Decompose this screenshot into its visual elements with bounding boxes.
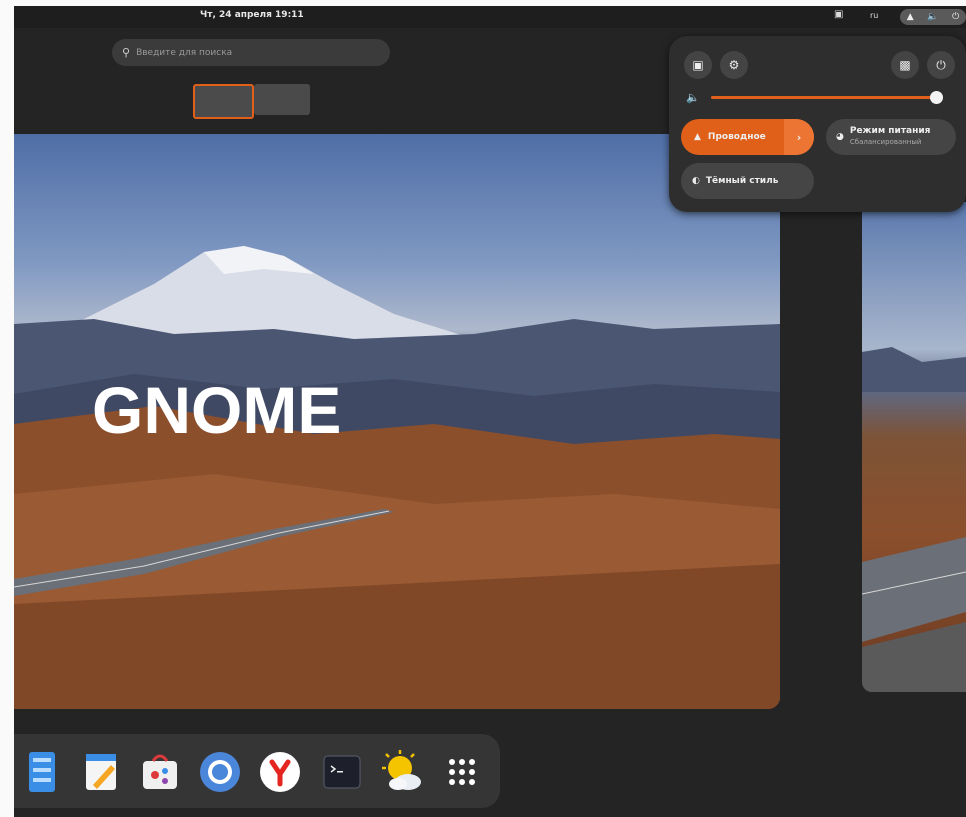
- keyboard-layout-indicator[interactable]: ru: [870, 11, 878, 20]
- overlay-title: GNOME: [92, 373, 342, 447]
- dash-app-terminal[interactable]: [320, 750, 364, 794]
- network-submenu-button[interactable]: ›: [784, 119, 814, 155]
- dash-app-yandex-browser[interactable]: [258, 750, 302, 794]
- search-input[interactable]: ⚲ Введите для поиска: [112, 39, 390, 66]
- workspace-preview-secondary[interactable]: [862, 202, 966, 692]
- lock-button[interactable]: ▩: [891, 51, 919, 79]
- software-center-icon: [143, 754, 177, 789]
- dash-app-files[interactable]: [20, 750, 64, 794]
- search-placeholder: Введите для поиска: [136, 47, 233, 58]
- wallpaper-landscape-secondary: [862, 347, 966, 692]
- dash: [14, 734, 500, 808]
- dash-app-weather[interactable]: [380, 750, 424, 794]
- workspace-preview[interactable]: GNOME: [14, 134, 780, 709]
- wired-network-label: Проводное: [707, 132, 766, 142]
- network-wired-icon: ▲: [906, 12, 914, 22]
- dash-app-text-editor[interactable]: [80, 750, 124, 794]
- text-editor-icon: [86, 754, 116, 790]
- dark-style-toggle[interactable]: ◐ Тёмный стиль: [681, 163, 814, 199]
- yandex-browser-icon: [260, 752, 300, 792]
- settings-icon: ⚙: [728, 58, 740, 72]
- gnome-overview-screen: Чт, 24 апреля 19:11 ▣ ru ▲ 🔈 ⏻ ⚲ Введите…: [14, 6, 966, 817]
- power-mode-icon: ◕: [836, 132, 844, 142]
- dash-app-chromium[interactable]: [198, 750, 242, 794]
- workspace-thumbnail-1[interactable]: [193, 84, 254, 119]
- workspace-thumbnail-2[interactable]: [254, 84, 310, 115]
- power-icon: ⏻: [952, 12, 960, 22]
- dash-app-grid[interactable]: [440, 750, 484, 794]
- settings-button[interactable]: ⚙: [720, 51, 748, 79]
- dash-app-software[interactable]: [138, 750, 182, 794]
- files-icon: [29, 752, 55, 792]
- volume-icon: 🔈: [927, 12, 939, 22]
- search-icon: ⚲: [122, 46, 131, 59]
- dark-style-label: Тёмный стиль: [705, 176, 779, 186]
- screenshot-icon: ▣: [692, 58, 704, 72]
- power-mode-toggle[interactable]: ◕ Режим питания Сбалансированный: [826, 119, 956, 155]
- wired-network-toggle[interactable]: ▲ Проводное ›: [681, 119, 814, 155]
- clock[interactable]: Чт, 24 апреля 19:11: [200, 10, 304, 20]
- terminal-icon: [323, 755, 361, 789]
- volume-icon: 🔈: [686, 91, 700, 104]
- top-bar: Чт, 24 апреля 19:11 ▣ ru ▲ 🔈 ⏻: [14, 6, 966, 28]
- power-off-button[interactable]: ⏻: [927, 51, 955, 79]
- volume-slider-handle[interactable]: [930, 91, 944, 104]
- volume-slider[interactable]: [711, 91, 944, 104]
- quick-settings-panel: ▣ ⚙ ▩ ⏻ 🔈 ▲ Проводное › ◕ Режим питания …: [669, 36, 966, 212]
- network-wired-icon: ▲: [694, 132, 701, 142]
- power-icon: ⏻: [936, 57, 946, 72]
- weather-icon: [382, 750, 421, 790]
- power-mode-label: Режим питания: [849, 126, 931, 136]
- app-grid-icon: [449, 759, 475, 785]
- screenshot-icon[interactable]: ▣: [834, 9, 843, 20]
- chromium-icon: [200, 752, 240, 792]
- screenshot-button[interactable]: ▣: [684, 51, 712, 79]
- lock-icon: ▩: [899, 58, 911, 72]
- volume-slider-fill: [711, 96, 937, 99]
- dark-style-icon: ◐: [692, 176, 700, 186]
- system-menu-button[interactable]: ▲ 🔈 ⏻: [900, 9, 966, 25]
- power-mode-value: Сбалансированный: [849, 138, 922, 146]
